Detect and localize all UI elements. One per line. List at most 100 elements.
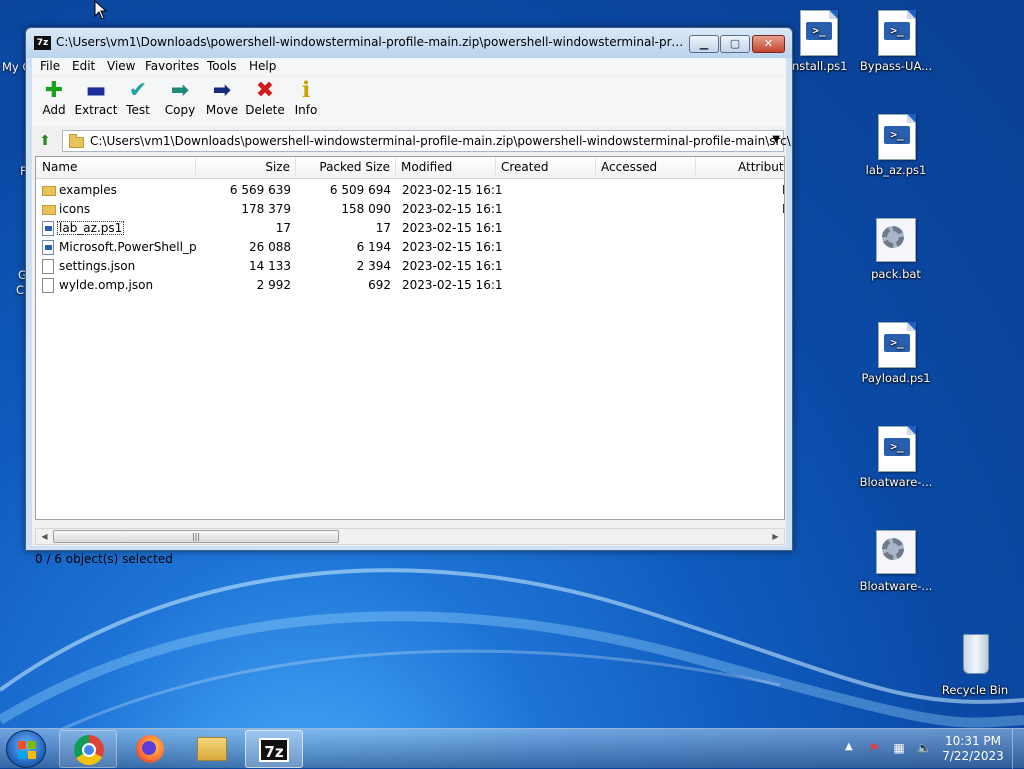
taskbar-7zip-button[interactable]: 7z — [245, 730, 303, 768]
info-button[interactable]: ℹ Info — [284, 78, 328, 118]
column-header-size[interactable]: Size — [196, 157, 296, 179]
toolbar-label: Delete — [245, 103, 285, 117]
clock-time: 10:31 PM — [945, 734, 1001, 748]
toolbar-label: Copy — [164, 103, 196, 117]
window-titlebar[interactable]: 7z C:\Users\vm1\Downloads\powershell-win… — [26, 28, 792, 58]
taskbar: 7z ▲ ⚑ ▦ 🔈 10:31 PM 7/22/2023 — [0, 728, 1024, 769]
scroll-left-icon[interactable]: ◀ — [36, 529, 53, 544]
desktop-icon-label: Recycle Bin — [941, 683, 1009, 697]
desktop-icon-label: lab_az.ps1 — [865, 163, 927, 177]
plus-icon: ✚ — [44, 78, 64, 103]
address-bar: ⬆ C:\Users\vm1\Downloads\powershell-wind… — [32, 128, 791, 154]
move-button[interactable]: ➡ Move — [200, 78, 244, 118]
selection-status: 0 / 6 object(s) selected — [35, 552, 173, 566]
mouse-cursor-icon — [94, 0, 108, 20]
table-row[interactable]: Microsoft.PowerShell_p... 26 088 6 194 2… — [36, 238, 784, 257]
desktop-icon-clipped-label[interactable]: C — [16, 283, 24, 297]
column-header-modified[interactable]: Modified — [396, 157, 496, 179]
horizontal-scrollbar[interactable]: ◀ ||| ▶ — [35, 528, 785, 545]
add-button[interactable]: ✚ Add — [32, 78, 76, 118]
table-row[interactable]: examples 6 569 639 6 509 694 2023-02-15 … — [36, 181, 784, 200]
scroll-right-icon[interactable]: ▶ — [767, 529, 784, 544]
scrollbar-thumb[interactable]: ||| — [53, 530, 339, 543]
maximize-button[interactable]: ▢ — [720, 35, 750, 53]
chevron-down-icon[interactable]: ▼ — [772, 134, 780, 145]
file-size: 26 088 — [249, 240, 291, 254]
focused-item-label: lab_az.ps1 — [57, 221, 125, 235]
desktop-icon-bloatware-ps1[interactable]: >_ Bloatware-... — [854, 424, 938, 489]
address-field[interactable]: C:\Users\vm1\Downloads\powershell-window… — [62, 130, 791, 152]
desktop-icon-pack-bat[interactable]: pack.bat — [854, 216, 938, 281]
column-header-accessed[interactable]: Accessed — [596, 157, 696, 179]
move-arrow-icon: ➡ — [212, 78, 232, 103]
taskbar-firefox-button[interactable] — [121, 730, 179, 768]
folder-icon — [42, 186, 56, 196]
taskbar-chrome-button[interactable] — [59, 730, 117, 768]
file-size: 2 992 — [256, 278, 291, 292]
info-icon: ℹ — [301, 78, 311, 103]
menu-help[interactable]: Help — [249, 59, 276, 73]
minus-icon: ▬ — [85, 78, 107, 103]
copy-arrow-icon: ➡ — [170, 78, 190, 103]
extract-button[interactable]: ▬ Extract — [74, 78, 118, 118]
table-row[interactable]: icons 178 379 158 090 2023-02-15 16:10 I — [36, 200, 784, 219]
column-header-attribute[interactable]: Attribute — [733, 157, 784, 179]
menu-edit[interactable]: Edit — [72, 59, 95, 73]
menu-file[interactable]: File — [40, 59, 60, 73]
menu-view[interactable]: View — [107, 59, 135, 73]
desktop-icon-bloatware-bat[interactable]: Bloatware-... — [854, 528, 938, 593]
volume-muted-icon[interactable]: 🔈 — [916, 741, 932, 755]
start-button[interactable] — [6, 730, 46, 768]
menu-tools[interactable]: Tools — [207, 59, 237, 73]
network-icon[interactable]: ▦ — [891, 741, 907, 755]
powershell-file-icon: >_ — [872, 8, 920, 56]
toolbar-label: Test — [126, 103, 150, 117]
menu-favorites[interactable]: Favorites — [145, 59, 199, 73]
file-name: Microsoft.PowerShell_p... — [59, 240, 196, 254]
file-size: 178 379 — [241, 202, 291, 216]
show-desktop-button[interactable] — [1012, 729, 1024, 769]
7zip-icon: 7z — [259, 738, 289, 762]
copy-button[interactable]: ➡ Copy — [158, 78, 202, 118]
minimize-button[interactable]: ▁ — [689, 35, 719, 53]
file-icon — [42, 278, 54, 293]
desktop-icon-payload-ps1[interactable]: >_ Payload.ps1 — [854, 320, 938, 385]
powershell-file-icon — [42, 221, 54, 236]
file-list[interactable]: Name Size Packed Size Modified Created A… — [35, 156, 785, 520]
file-modified: 2023-02-15 16:10 — [402, 183, 502, 197]
close-button[interactable]: ✕ — [752, 35, 785, 53]
recycle-bin-icon — [951, 632, 999, 680]
chrome-icon — [74, 735, 104, 765]
7zip-file-manager-window[interactable]: 7z C:\Users\vm1\Downloads\powershell-win… — [25, 27, 793, 566]
delete-x-icon: ✖ — [255, 78, 275, 103]
check-icon: ✔ — [128, 78, 148, 103]
file-modified: 2023-02-15 16:10 — [402, 221, 502, 235]
7zip-app-icon[interactable]: 7z — [34, 36, 51, 50]
delete-button[interactable]: ✖ Delete — [243, 78, 287, 118]
file-packed-size: 6 194 — [356, 240, 391, 254]
column-header-packed-size[interactable]: Packed Size — [296, 157, 396, 179]
table-row[interactable]: settings.json 14 133 2 394 2023-02-15 16… — [36, 257, 784, 276]
system-clock[interactable]: 10:31 PM 7/22/2023 — [938, 734, 1008, 764]
desktop-icon-recycle-bin[interactable]: Recycle Bin — [933, 632, 1017, 697]
column-header-created[interactable]: Created — [496, 157, 596, 179]
file-attribute: I — [782, 181, 784, 200]
desktop-icon-label: Bloatware-... — [859, 579, 933, 593]
column-header-name[interactable]: Name — [36, 157, 196, 179]
desktop-icon-label: Bypass-UA... — [859, 59, 933, 73]
action-center-flag-icon[interactable]: ⚑ — [866, 741, 882, 755]
up-folder-button[interactable]: ⬆ — [35, 132, 55, 150]
file-size: 17 — [275, 221, 291, 235]
show-hidden-icons-icon[interactable]: ▲ — [845, 741, 853, 752]
desktop-icon-label: Payload.ps1 — [861, 371, 931, 385]
file-packed-size: 2 394 — [356, 259, 391, 273]
window-title: C:\Users\vm1\Downloads\powershell-window… — [56, 35, 686, 49]
desktop-icon-lab-az[interactable]: >_ lab_az.ps1 — [854, 112, 938, 177]
table-row[interactable]: wylde.omp.json 2 992 692 2023-02-15 16:1… — [36, 276, 784, 295]
table-row[interactable]: lab_az.ps1 17 17 2023-02-15 16:10 — [36, 219, 784, 238]
taskbar-explorer-button[interactable] — [183, 730, 241, 768]
status-bar: 0 / 6 object(s) selected — [32, 549, 786, 571]
desktop-icon-bypass-uac[interactable]: >_ Bypass-UA... — [854, 8, 938, 73]
file-size: 14 133 — [249, 259, 291, 273]
test-button[interactable]: ✔ Test — [116, 78, 160, 118]
